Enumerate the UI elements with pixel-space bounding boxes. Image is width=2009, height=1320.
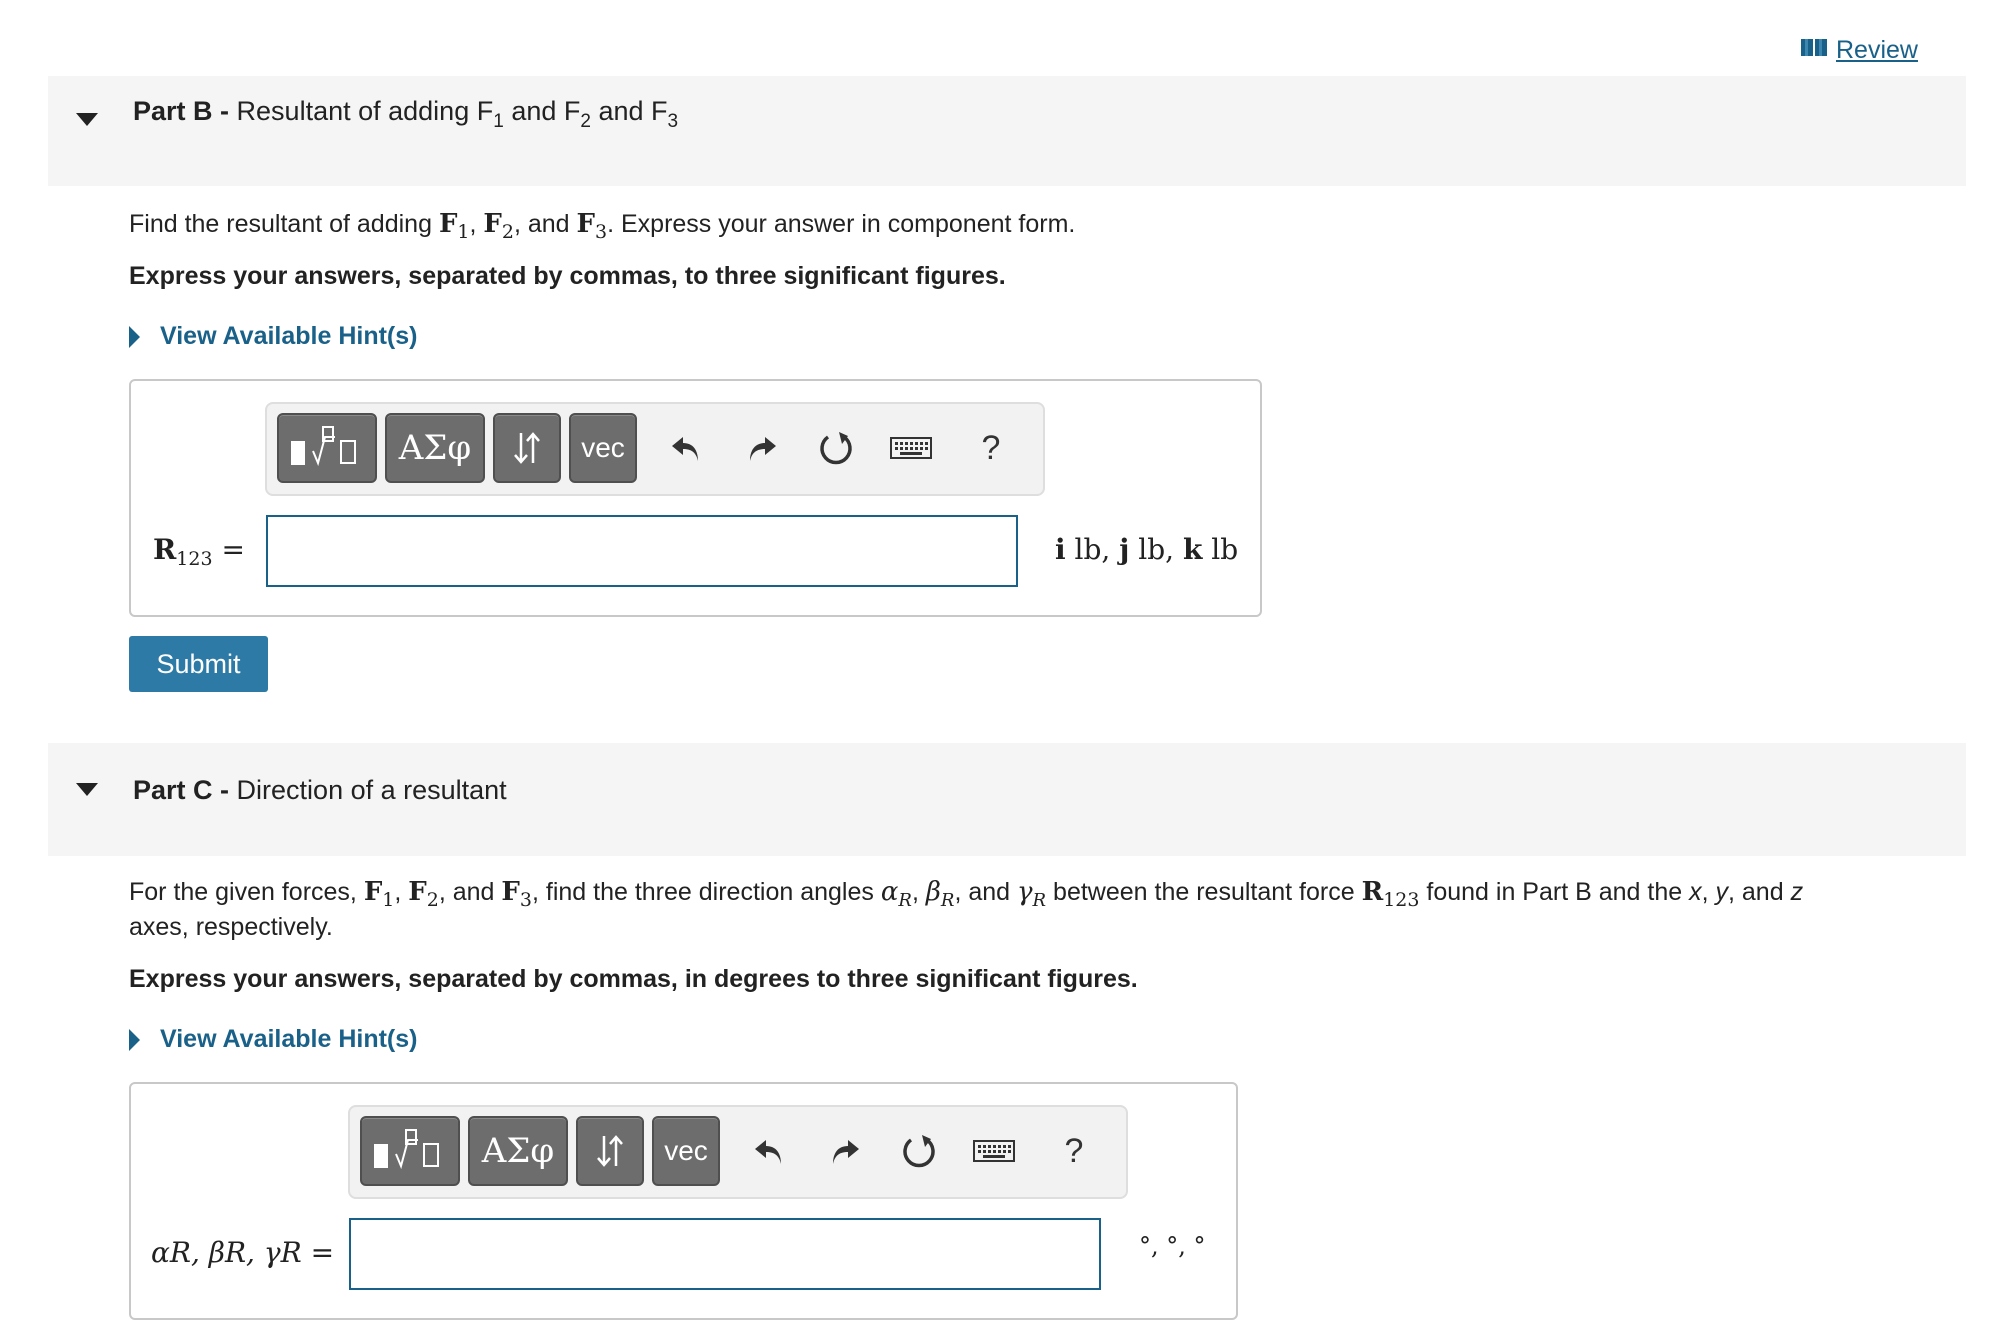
part-b-prompt: Find the resultant of adding F1, F2, and…: [129, 209, 1076, 243]
collapse-caret-icon[interactable]: [76, 113, 98, 126]
help-icon[interactable]: ?: [969, 426, 1013, 470]
part-b-answer-box: ΑΣφ vec ? R123 = i lb, j lb, k lb: [129, 379, 1262, 617]
book-icon: [1800, 36, 1828, 65]
undo-icon[interactable]: [664, 426, 708, 470]
help-icon[interactable]: ?: [1052, 1129, 1096, 1173]
direction-angles-label: αR, βR, γR =: [151, 1236, 335, 1269]
part-b-title: Part B - Resultant of adding F1 and F2 a…: [133, 96, 679, 132]
r123-label: R123 =: [153, 533, 245, 570]
part-b-header[interactable]: Part B - Resultant of adding F1 and F2 a…: [48, 76, 1966, 186]
redo-icon[interactable]: [823, 1129, 867, 1173]
submit-button[interactable]: Submit: [129, 636, 268, 692]
greek-letters-button[interactable]: ΑΣφ: [385, 413, 485, 483]
arrows-icon: [514, 432, 540, 464]
expand-triangle-icon: [129, 325, 140, 348]
part-c-hint-link[interactable]: View Available Hint(s): [129, 1025, 417, 1054]
templates-icon: [374, 1129, 439, 1170]
part-c-header[interactable]: Part C - Direction of a resultant: [48, 743, 1966, 856]
part-c-instruction: Express your answers, separated by comma…: [129, 965, 1138, 993]
part-b-instruction: Express your answers, separated by comma…: [129, 262, 1006, 290]
greek-letters-button[interactable]: ΑΣφ: [468, 1116, 568, 1186]
reset-icon[interactable]: [897, 1129, 941, 1173]
part-c-answer-box: ΑΣφ vec ? αR, βR, γR = °, °, °: [129, 1082, 1238, 1320]
arrows-button[interactable]: [493, 413, 561, 483]
templates-button[interactable]: [277, 413, 377, 483]
keyboard-icon[interactable]: [887, 426, 935, 470]
hint-label[interactable]: View Available Hint(s): [160, 1025, 417, 1054]
review-link[interactable]: Review: [1800, 36, 1918, 65]
r123-answer-input[interactable]: [266, 515, 1018, 587]
part-c-title: Part C - Direction of a resultant: [133, 775, 507, 805]
templates-icon: [291, 426, 356, 467]
math-toolbar: ΑΣφ vec ?: [265, 402, 1045, 496]
vector-button[interactable]: vec: [569, 413, 637, 483]
math-toolbar: ΑΣφ vec ?: [348, 1105, 1128, 1199]
arrows-button[interactable]: [576, 1116, 644, 1186]
keyboard-icon[interactable]: [970, 1129, 1018, 1173]
vector-button[interactable]: vec: [652, 1116, 720, 1186]
part-b-hint-link[interactable]: View Available Hint(s): [129, 322, 417, 351]
review-label[interactable]: Review: [1836, 36, 1918, 65]
part-c-prompt: For the given forces, F1, F2, and F3, fi…: [129, 877, 1804, 941]
undo-icon[interactable]: [747, 1129, 791, 1173]
reset-icon[interactable]: [814, 426, 858, 470]
redo-icon[interactable]: [740, 426, 784, 470]
arrows-icon: [597, 1135, 623, 1167]
r123-units: i lb, j lb, k lb: [1055, 533, 1239, 566]
hint-label[interactable]: View Available Hint(s): [160, 322, 417, 351]
expand-triangle-icon: [129, 1028, 140, 1051]
collapse-caret-icon[interactable]: [76, 783, 98, 796]
direction-angles-input[interactable]: [349, 1218, 1101, 1290]
degree-units: °, °, °: [1139, 1232, 1206, 1260]
templates-button[interactable]: [360, 1116, 460, 1186]
